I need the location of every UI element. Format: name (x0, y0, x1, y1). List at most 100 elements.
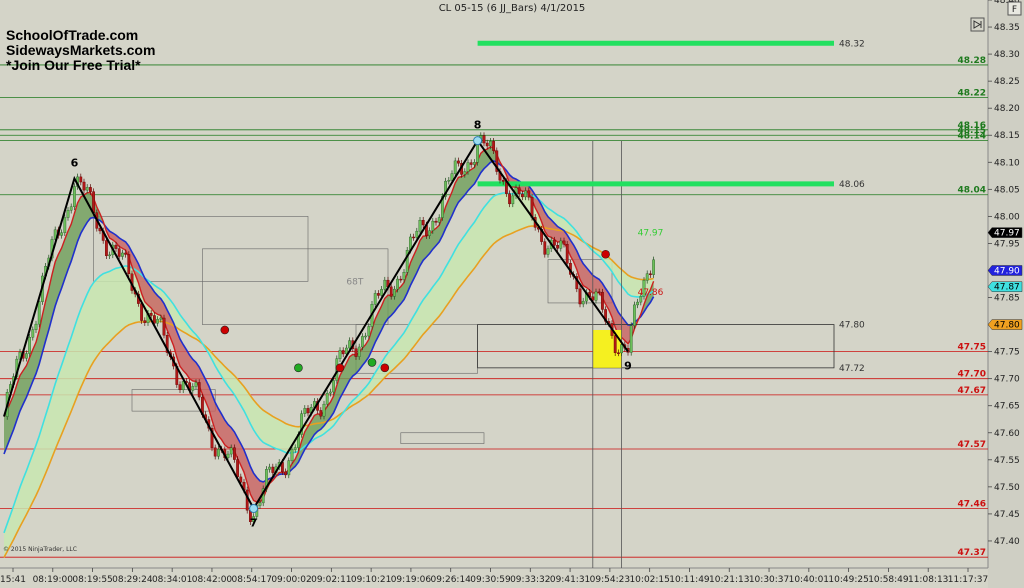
up-bar (258, 502, 262, 506)
y-tick-label: 48.25 (994, 77, 1020, 87)
signal-dot (335, 363, 345, 373)
up-bar (383, 279, 387, 290)
x-tick-label: 09:10:21 (351, 575, 391, 585)
level-price-label: 47.70 (958, 370, 986, 380)
down-bar (213, 447, 217, 457)
up-bar (581, 300, 585, 305)
up-bar (194, 382, 198, 387)
signal-dot (294, 363, 303, 373)
y-tick-label: 47.45 (994, 510, 1020, 520)
up-bar (367, 326, 371, 337)
inline-price-label: 68T (346, 277, 363, 287)
x-tick-label: 15:41 (0, 575, 26, 585)
up-bar (357, 346, 361, 357)
x-tick-label: 08:29:24 (112, 575, 153, 585)
x-tick-label: 09:02:11 (311, 575, 351, 585)
down-bar (553, 239, 556, 246)
up-bar (431, 220, 435, 231)
level-price-label: 47.37 (958, 548, 986, 558)
x-tick-label: 09:26:14 (430, 575, 471, 585)
x-tick-label: 10:11:49 (669, 575, 710, 585)
swing-label-6: 6 (71, 157, 79, 170)
level-price-label: 48.04 (958, 186, 986, 196)
up-bar (25, 353, 28, 359)
x-tick-label: 08:34:01 (152, 575, 192, 585)
down-bar (457, 160, 460, 164)
up-bar (287, 460, 291, 476)
y-tick-label: 48.00 (994, 212, 1020, 222)
y-tick-label: 48.20 (994, 104, 1020, 114)
inline-price-label: 47.86 (638, 288, 664, 298)
signal-dot (380, 363, 390, 373)
up-bar (428, 230, 431, 236)
up-bar (524, 190, 528, 198)
swing-point-marker (249, 503, 259, 513)
svg-text:F: F (1012, 5, 1017, 15)
down-bar (421, 220, 425, 226)
up-bar (37, 301, 41, 325)
up-bar (120, 252, 124, 257)
price-badge-label: 47.87 (994, 283, 1020, 293)
x-tick-label: 08:19:00 (33, 575, 74, 585)
down-bar (482, 135, 486, 144)
x-tick-label: 10:58:49 (868, 575, 909, 585)
down-bar (601, 291, 604, 310)
chart-window: 47.80 47.72 48.32 48.06 6 7 8 9 48.28 48.22 48.… (0, 0, 1024, 588)
x-tick-label: 10:02:15 (629, 575, 669, 585)
up-bar (66, 210, 70, 218)
x-tick-label: 08:54:17 (232, 575, 272, 585)
up-bar (28, 337, 31, 354)
up-bar (594, 291, 598, 301)
x-tick-label: 10:30:37 (749, 575, 789, 585)
signal-dot (601, 249, 610, 259)
down-bar (319, 410, 323, 417)
down-bar (508, 193, 511, 205)
time-axis: 15:41 08:19:00 08:19:55 08:29:24 08:34:01 08:… (0, 568, 988, 585)
up-bar (181, 381, 185, 391)
zone-top-label: 47.80 (839, 321, 865, 331)
down-bar (341, 350, 345, 355)
chart-title: CL 05-15 (6 JJ_Bars) 4/1/2015 (439, 3, 586, 14)
up-bar (108, 254, 112, 257)
x-tick-label: 09:30:59 (470, 575, 511, 585)
x-tick-label: 08:42:00 (192, 575, 233, 585)
down-bar (236, 459, 239, 478)
price-chart[interactable]: 47.80 47.72 48.32 48.06 6 7 8 9 48.28 48.22 48.… (0, 0, 1024, 588)
up-bar (226, 453, 230, 458)
format-panel-icon[interactable]: F (1007, 1, 1022, 16)
swing-label-7: 7 (250, 516, 258, 529)
x-tick-label: 09:19:06 (391, 575, 432, 585)
level-price-label: 48.28 (958, 56, 986, 66)
signal-dot (367, 358, 377, 367)
down-bar (354, 348, 358, 357)
down-bar (377, 293, 380, 296)
down-bar (140, 303, 143, 321)
down-bar (521, 193, 524, 198)
up-bar (437, 217, 441, 223)
down-bar (399, 278, 403, 281)
down-bar (556, 245, 560, 249)
down-bar (162, 317, 166, 336)
down-bar (501, 179, 505, 182)
swing-label-9: 9 (624, 360, 632, 373)
down-bar (543, 241, 547, 255)
down-bar (88, 187, 92, 192)
up-bar (156, 319, 159, 324)
down-bar (527, 190, 531, 198)
up-bar (72, 186, 76, 207)
zone-bottom-label: 47.72 (839, 364, 865, 374)
down-bar (469, 162, 473, 165)
up-bar (361, 336, 364, 348)
target-label: 48.32 (839, 39, 865, 49)
price-axis: 47.40 47.45 47.50 47.55 47.60 47.65 47.70 47.75… (987, 0, 1023, 547)
target-label: 48.06 (839, 180, 865, 190)
down-bar (271, 466, 275, 473)
down-bar (617, 352, 620, 354)
up-bar (268, 466, 271, 470)
y-tick-label: 48.15 (994, 131, 1020, 141)
up-bar (415, 230, 419, 238)
up-bar (60, 232, 64, 236)
down-bar (82, 181, 86, 191)
down-bar (565, 244, 569, 264)
up-bar (559, 240, 563, 249)
